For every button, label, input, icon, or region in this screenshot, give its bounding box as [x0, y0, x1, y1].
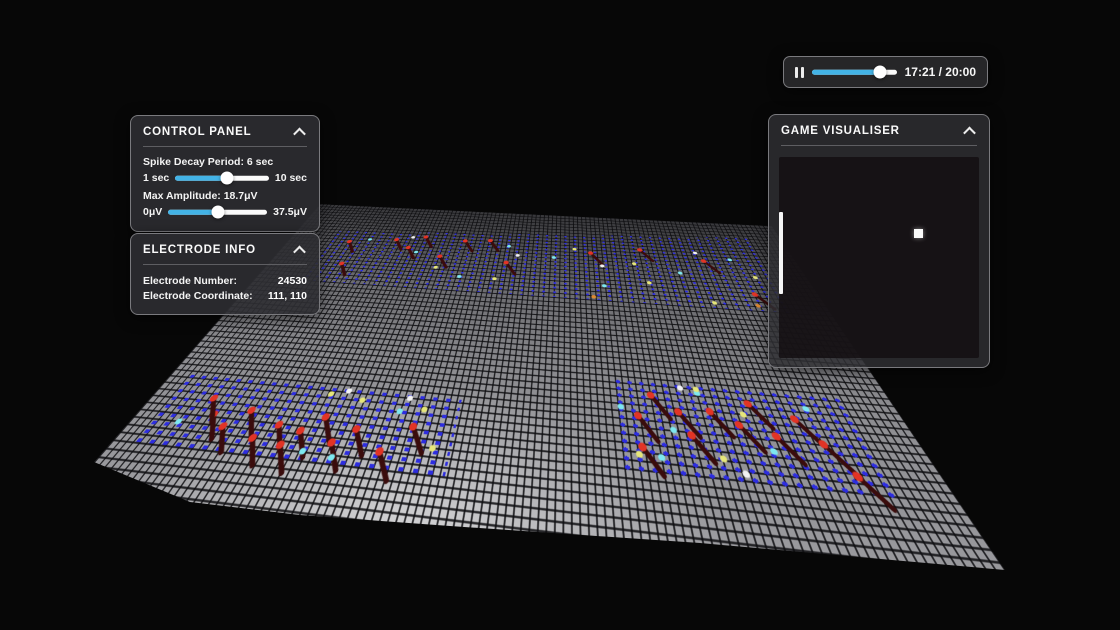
divider — [781, 145, 977, 146]
electrode-coordinate-row: Electrode Coordinate: 111, 110 — [143, 290, 307, 302]
playback-slider-fill — [812, 70, 880, 75]
electrode-coordinate-value: 111, 110 — [268, 290, 307, 302]
electrode-region-right-patch — [612, 378, 900, 502]
electrode-info-panel: ELECTRODE INFO Electrode Number: 24530 E… — [130, 233, 320, 315]
max-amplitude-min-label: 0μV — [143, 206, 162, 218]
spike-decay-label: Spike Decay Period: 6 sec — [143, 156, 307, 168]
control-panel: CONTROL PANEL Spike Decay Period: 6 sec … — [130, 115, 320, 232]
max-amplitude-slider-thumb[interactable] — [211, 206, 224, 219]
electrode-coordinate-label: Electrode Coordinate: — [143, 290, 253, 302]
spike-decay-min-label: 1 sec — [143, 172, 169, 184]
spike-decay-slider[interactable] — [175, 171, 269, 185]
chevron-up-icon — [963, 126, 976, 139]
game-visualiser-collapse-button[interactable] — [961, 124, 977, 138]
game-visualiser-title: GAME VISUALISER — [781, 125, 900, 137]
electrode-number-label: Electrode Number: — [143, 275, 237, 287]
max-amplitude-max-label: 37.5μV — [273, 206, 307, 218]
pong-paddle — [779, 212, 783, 294]
app-canvas: 17:21 / 20:00 CONTROL PANEL Spike Decay … — [0, 0, 1120, 630]
max-amplitude-slider[interactable] — [168, 205, 267, 219]
pause-button[interactable] — [795, 67, 804, 78]
max-amplitude-label: Max Amplitude: 18.7μV — [143, 190, 307, 202]
spike-decay-max-label: 10 sec — [275, 172, 307, 184]
electrode-number-row: Electrode Number: 24530 — [143, 275, 307, 287]
control-panel-collapse-button[interactable] — [291, 125, 307, 139]
pong-game-area — [779, 157, 979, 358]
control-panel-title: CONTROL PANEL — [143, 126, 251, 138]
spike-decay-slider-fill — [175, 176, 226, 181]
game-visualiser-header: GAME VISUALISER — [769, 115, 989, 145]
electrode-region-left-patch — [130, 372, 462, 478]
playback-slider[interactable] — [812, 65, 897, 79]
electrode-info-header: ELECTRODE INFO — [131, 234, 319, 264]
electrode-region-top-band — [299, 217, 796, 313]
electrode-info-collapse-button[interactable] — [291, 243, 307, 257]
playback-slider-thumb[interactable] — [873, 66, 886, 79]
pong-ball — [914, 229, 923, 238]
chevron-up-icon — [293, 127, 306, 140]
playback-bar: 17:21 / 20:00 — [783, 56, 988, 88]
playback-time: 17:21 / 20:00 — [905, 65, 976, 79]
chevron-up-icon — [293, 245, 306, 258]
game-visualiser-panel: GAME VISUALISER — [768, 114, 990, 368]
electrode-number-value: 24530 — [278, 275, 307, 287]
control-panel-header: CONTROL PANEL — [131, 116, 319, 146]
spike-decay-slider-thumb[interactable] — [220, 172, 233, 185]
electrode-info-title: ELECTRODE INFO — [143, 244, 256, 256]
